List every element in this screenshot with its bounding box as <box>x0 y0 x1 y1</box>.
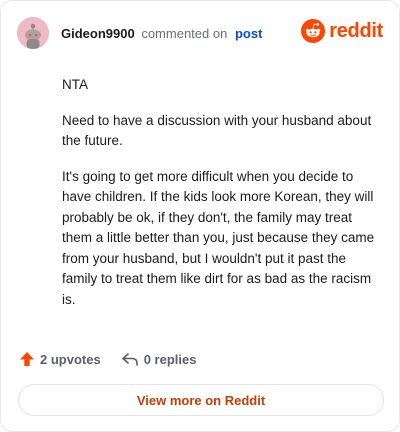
post-link[interactable]: post <box>235 26 262 41</box>
reply-arrow-icon <box>121 353 138 366</box>
snoo-avatar-icon <box>17 17 49 49</box>
upvote-count: 2 upvotes <box>40 351 101 367</box>
comment-header: Gideon9900 commented on post reddit <box>17 17 383 49</box>
comment-body: NTA Need to have a discussion with your … <box>62 75 382 325</box>
avatar[interactable] <box>17 17 49 49</box>
comment-paragraph: It's going to get more difficult when yo… <box>62 168 375 307</box>
action-text: commented on <box>141 25 228 41</box>
view-more-button[interactable]: View more on Reddit <box>18 384 384 416</box>
reddit-snoo-icon <box>301 19 326 43</box>
reddit-wordmark: reddit <box>329 19 383 42</box>
comment-embed-card: Gideon9900 commented on post reddit NTA … <box>0 0 400 432</box>
upvote-arrow-icon <box>20 352 34 366</box>
reply-count: 0 replies <box>143 351 197 367</box>
byline: Gideon9900 commented on post <box>61 26 262 41</box>
comment-paragraph: Need to have a discussion with your husb… <box>62 112 372 149</box>
upvote-button[interactable]: 2 upvotes <box>19 351 101 367</box>
reddit-logo[interactable]: reddit <box>301 19 383 43</box>
username-link[interactable]: Gideon9900 <box>61 26 135 41</box>
comment-paragraph: NTA <box>62 77 88 92</box>
comment-footer: 2 upvotes 0 replies <box>19 349 196 369</box>
reply-button[interactable]: 0 replies <box>121 351 197 367</box>
